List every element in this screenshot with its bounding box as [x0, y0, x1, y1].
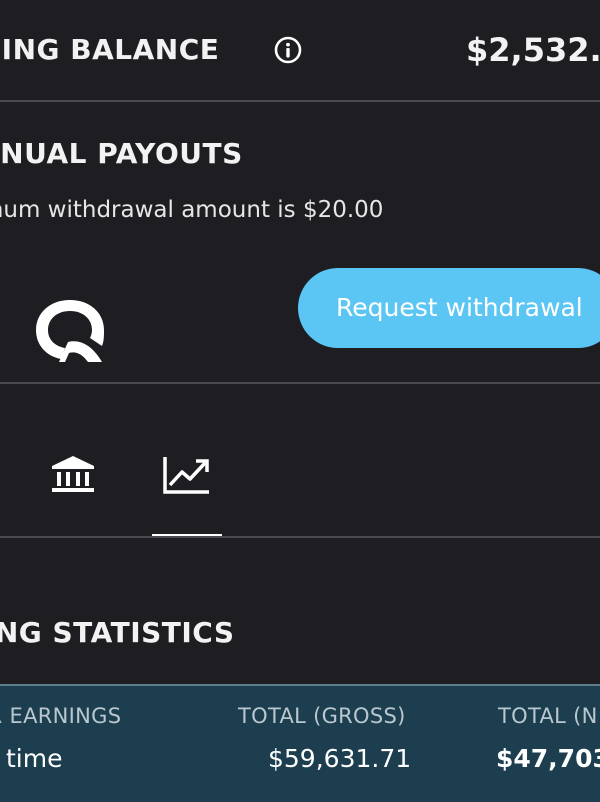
minimum-withdrawal-note: nimum withdrawal amount is $20.00 [0, 197, 384, 223]
manual-payouts-title: ANUAL PAYOUTS [0, 137, 243, 170]
pending-balance-label-wrap: NDING BALANCE [0, 28, 360, 72]
minimum-withdrawal-note-wrap: nimum withdrawal amount is $20.00 [0, 192, 600, 228]
earnings-table: UR EARNINGS TOTAL (GROSS) TOTAL (N time … [0, 684, 600, 802]
pending-balance-label: NDING BALANCE [0, 33, 220, 66]
row-period: time [6, 744, 63, 773]
row-total-net: $47,703 [496, 744, 600, 773]
divider [0, 382, 600, 384]
pending-balance-amount: $2,532.0 [466, 31, 600, 69]
divider [0, 536, 600, 538]
column-header-total-gross: TOTAL (GROSS) [238, 704, 406, 728]
tab-statistics-chart-icon[interactable] [162, 454, 212, 496]
manual-payouts-title-wrap: ANUAL PAYOUTS [0, 134, 600, 174]
tab-bank-icon[interactable] [50, 454, 96, 494]
earning-statistics-title: NING STATISTICS [0, 616, 235, 649]
earning-statistics-title-wrap: NING STATISTICS [0, 612, 600, 654]
brand-logo-icon [32, 296, 108, 364]
request-withdrawal-button[interactable]: Request withdrawal [298, 268, 600, 348]
column-header-earnings: UR EARNINGS [0, 704, 122, 728]
info-icon[interactable] [274, 36, 302, 64]
row-total-gross: $59,631.71 [268, 744, 412, 773]
divider [0, 100, 600, 102]
column-header-total-net: TOTAL (N [498, 704, 598, 728]
